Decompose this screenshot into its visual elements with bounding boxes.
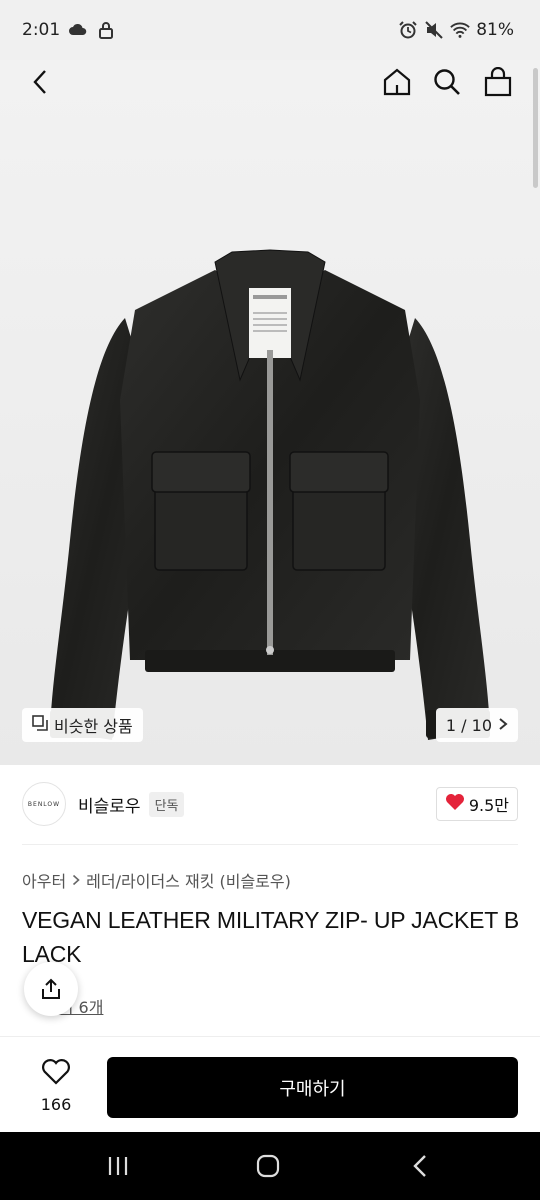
similar-products-label: 비슷한 상품 bbox=[54, 717, 133, 736]
status-time: 2:01 bbox=[22, 20, 61, 40]
similar-products-button[interactable]: 비슷한 상품 bbox=[22, 708, 143, 742]
breadcrumb-category[interactable]: 아우터 bbox=[22, 868, 66, 892]
breadcrumb-subcategory[interactable]: 레더/라이더스 재킷 (비슬로우) bbox=[86, 868, 291, 892]
status-right: 81% bbox=[398, 20, 514, 40]
share-button[interactable] bbox=[24, 962, 78, 1016]
back-button[interactable] bbox=[20, 62, 60, 102]
top-navigation bbox=[0, 60, 540, 104]
search-button[interactable] bbox=[427, 62, 467, 102]
page-counter-text: 1 / 10 bbox=[445, 715, 492, 735]
cloud-icon bbox=[68, 20, 88, 40]
alarm-icon bbox=[398, 20, 418, 40]
share-icon bbox=[42, 978, 60, 999]
bottom-action-bar: 166 구매하기 bbox=[0, 1036, 540, 1132]
back-system-button[interactable] bbox=[400, 1150, 440, 1182]
wishlist-count: 166 bbox=[40, 1095, 72, 1114]
chevron-right-icon bbox=[498, 716, 508, 735]
status-bar: 2:01 81% bbox=[0, 0, 540, 60]
breadcrumb: 아우터 레더/라이더스 재킷 (비슬로우) bbox=[22, 868, 291, 892]
home-button[interactable] bbox=[377, 62, 417, 102]
exclusive-badge: 단독 bbox=[148, 791, 185, 817]
heart-filled-icon bbox=[445, 793, 465, 815]
product-image-gallery[interactable]: 비슷한 상품 1 / 10 bbox=[0, 60, 540, 765]
heart-outline-icon bbox=[41, 1058, 71, 1089]
product-title: VEGAN LEATHER MILITARY ZIP- UP JACKET BL… bbox=[22, 907, 520, 967]
buy-button[interactable]: 구매하기 bbox=[107, 1057, 518, 1118]
chevron-right-icon bbox=[72, 871, 80, 890]
brand-logo[interactable]: BENLOW bbox=[22, 782, 66, 826]
cart-button[interactable] bbox=[478, 62, 518, 102]
brand-name[interactable]: 비슬로우 bbox=[78, 792, 141, 817]
gallery-page-counter[interactable]: 1 / 10 bbox=[435, 708, 518, 742]
wifi-icon bbox=[450, 20, 470, 40]
mute-icon bbox=[424, 20, 444, 40]
brand-like-button[interactable]: 9.5만 bbox=[435, 787, 518, 821]
wishlist-button[interactable]: 166 bbox=[22, 1051, 90, 1121]
brand-row: BENLOW 비슬로우 단독 9.5만 bbox=[22, 780, 518, 828]
copy-icon bbox=[32, 715, 48, 735]
divider bbox=[22, 844, 518, 845]
jacket-image bbox=[50, 249, 490, 740]
brand-like-count: 9.5만 bbox=[468, 796, 509, 815]
status-left: 2:01 bbox=[22, 20, 116, 40]
recent-apps-button[interactable] bbox=[98, 1150, 138, 1182]
lock-icon bbox=[96, 20, 116, 40]
brand-logo-text: BENLOW bbox=[27, 800, 61, 808]
home-system-button[interactable] bbox=[248, 1150, 288, 1182]
battery-level: 81% bbox=[476, 20, 514, 40]
system-navigation-bar bbox=[0, 1132, 540, 1200]
